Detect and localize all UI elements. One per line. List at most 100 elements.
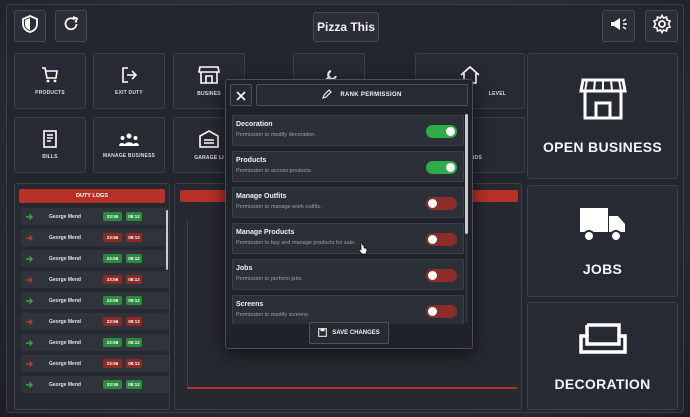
permission-title: Decoration	[236, 121, 273, 128]
products-tile-label: PRODUCTS	[35, 90, 65, 96]
main-window: Pizza This PRODUCTS EXIT DUTY BUSINES LE…	[6, 4, 684, 413]
permission-list: Decoration Permission to modify decorati…	[232, 113, 464, 324]
duty-log-row: George Mend 23:56 08:12	[21, 292, 169, 309]
permission-toggle[interactable]	[426, 197, 457, 210]
save-changes-label: SAVE CHANGES	[332, 330, 380, 336]
modal-title: RANK PERMISSION	[340, 92, 402, 98]
receipt-icon	[42, 130, 58, 148]
business-name-badge: Pizza This	[313, 12, 379, 42]
clock-out-icon	[25, 360, 37, 368]
permission-row: Screens Permission to modify screens.	[232, 295, 464, 324]
duty-log-date: 08:12	[126, 233, 142, 242]
decoration-label: DECORATION	[554, 376, 651, 392]
exit-duty-tile-label: EXIT DUTY	[115, 90, 143, 96]
page-title: Pizza This	[316, 20, 375, 34]
duty-log-row: George Mend 23:56 08:12	[21, 271, 169, 288]
open-business-label: OPEN BUSINESS	[542, 139, 663, 155]
toggle-knob	[446, 127, 455, 136]
duty-log-date: 08:12	[126, 254, 142, 263]
chart-baseline	[187, 387, 517, 389]
megaphone-icon	[609, 16, 629, 36]
modal-header: RANK PERMISSION	[256, 84, 468, 106]
duty-logs-panel: DUTY LOGS George Mend 23:56 08:12 George Me…	[14, 183, 170, 410]
business-tile-label: BUSINES	[197, 91, 221, 97]
permission-title: Manage Outfits	[236, 193, 287, 200]
decoration-tile[interactable]: DECORATION	[527, 302, 678, 410]
close-icon	[236, 86, 246, 105]
duty-log-time: 23:56	[103, 212, 122, 221]
open-business-tile[interactable]: OPEN BUSINESS	[527, 53, 678, 179]
duty-log-name: George Mend	[49, 360, 81, 367]
permission-row: Products Permission to access products.	[232, 151, 464, 182]
settings-button[interactable]	[645, 10, 678, 42]
clock-in-icon	[25, 339, 37, 347]
duty-log-name: George Mend	[49, 381, 81, 388]
duty-log-time: 23:56	[103, 296, 122, 305]
duty-log-name: George Mend	[49, 234, 81, 241]
level-tile-label: LEVEL	[488, 91, 506, 97]
products-tile[interactable]: PRODUCTS	[14, 53, 86, 109]
duty-log-time: 23:56	[103, 359, 122, 368]
modal-close-button[interactable]	[230, 84, 252, 106]
duty-logs-title: DUTY LOGS	[76, 193, 108, 199]
duty-log-time: 23:56	[103, 275, 122, 284]
permission-toggle[interactable]	[426, 125, 457, 138]
chart-y-axis	[187, 220, 188, 388]
exit-duty-tile[interactable]: EXIT DUTY	[93, 53, 165, 109]
permission-row: Decoration Permission to modify decorati…	[232, 115, 464, 146]
duty-log-time: 23:56	[103, 254, 122, 263]
duty-log-date: 08:12	[126, 359, 142, 368]
duty-log-name: George Mend	[49, 213, 81, 220]
refresh-button[interactable]	[55, 10, 87, 42]
save-changes-button[interactable]: SAVE CHANGES	[309, 322, 389, 344]
permission-description: Permission to modify decoration.	[236, 132, 316, 138]
permission-toggle[interactable]	[426, 161, 457, 174]
duty-log-time: 23:56	[103, 317, 122, 326]
announce-button[interactable]	[602, 10, 635, 42]
garage-icon	[198, 129, 220, 149]
manage-business-tile-label: MANAGE BUSINESS	[102, 153, 156, 159]
permission-toggle[interactable]	[426, 269, 457, 282]
duty-log-date: 08:12	[126, 296, 142, 305]
duty-log-name: George Mend	[49, 276, 81, 283]
save-icon	[318, 327, 328, 339]
pencil-icon	[322, 89, 333, 101]
duty-logs-scrollbar[interactable]	[166, 210, 168, 270]
permission-title: Jobs	[236, 265, 253, 272]
manage-business-tile[interactable]: MANAGE BUSINESS	[93, 117, 165, 173]
duty-log-row: George Mend 23:56 08:12	[21, 208, 169, 225]
app-root: Pizza This PRODUCTS EXIT DUTY BUSINES LE…	[0, 0, 690, 417]
permission-title: Screens	[236, 301, 264, 308]
clock-in-icon	[25, 255, 37, 263]
permission-row: Manage Products Permission to buy and ma…	[232, 223, 464, 254]
duty-log-date: 08:12	[126, 380, 142, 389]
permission-description: Permission to perform jobs.	[236, 276, 303, 282]
toggle-knob	[446, 163, 455, 172]
store-icon	[198, 65, 220, 85]
duty-log-date: 08:12	[126, 338, 142, 347]
toggle-knob	[428, 271, 437, 280]
jobs-tile[interactable]: JOBS	[527, 185, 678, 297]
duty-log-name: George Mend	[49, 318, 81, 325]
clock-in-icon	[25, 381, 37, 389]
jobs-label: JOBS	[582, 261, 623, 277]
clock-in-icon	[25, 213, 37, 221]
permission-description: Permission to modify screens.	[236, 312, 310, 318]
duty-log-row: George Mend 23:56 08:12	[21, 334, 169, 351]
duty-log-name: George Mend	[49, 339, 81, 346]
toggle-knob	[428, 307, 437, 316]
permission-scrollbar[interactable]	[465, 114, 468, 323]
bills-tile[interactable]: BILLS	[14, 117, 86, 173]
permission-title: Manage Products	[236, 229, 295, 236]
permission-toggle[interactable]	[426, 305, 457, 318]
clock-out-icon	[25, 276, 37, 284]
scrollbar-thumb[interactable]	[465, 114, 468, 234]
toggle-knob	[428, 199, 437, 208]
duty-log-date: 08:12	[126, 212, 142, 221]
duty-log-time: 23:56	[103, 233, 122, 242]
permission-description: Permission to access products.	[236, 168, 313, 174]
home-button[interactable]	[14, 10, 46, 42]
permission-row: Jobs Permission to perform jobs.	[232, 259, 464, 290]
permission-row: Manage Outfits Permission to manage work…	[232, 187, 464, 218]
permission-toggle[interactable]	[426, 233, 457, 246]
